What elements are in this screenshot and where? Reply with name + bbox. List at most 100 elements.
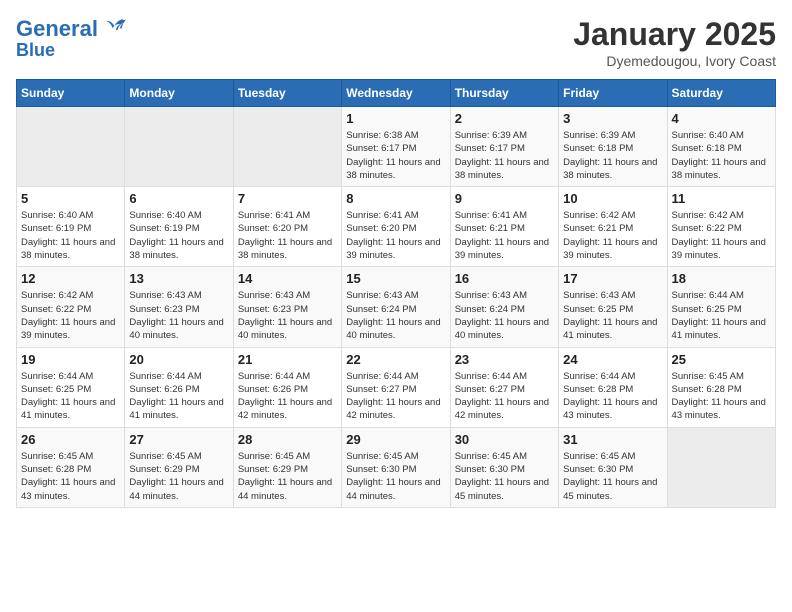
logo: General Blue: [16, 16, 126, 61]
weekday-header-friday: Friday: [559, 80, 667, 107]
day-number: 11: [672, 191, 771, 206]
day-number: 26: [21, 432, 120, 447]
calendar-week-4: 19 Sunrise: 6:44 AM Sunset: 6:25 PM Dayli…: [17, 347, 776, 427]
day-number: 15: [346, 271, 445, 286]
day-info: Sunrise: 6:44 AM Sunset: 6:25 PM Dayligh…: [672, 289, 771, 342]
day-number: 8: [346, 191, 445, 206]
day-number: 12: [21, 271, 120, 286]
calendar-cell: 4Sunrise: 6:40 AM Sunset: 6:18 PM Daylig…: [667, 107, 775, 187]
calendar-cell: 30 Sunrise: 6:45 AM Sunset: 6:30 PM Dayli…: [450, 427, 558, 507]
day-number: 27: [129, 432, 228, 447]
calendar-cell: 14 Sunrise: 6:43 AM Sunset: 6:23 PM Dayli…: [233, 267, 341, 347]
day-info: Sunrise: 6:42 AM Sunset: 6:21 PM Dayligh…: [563, 209, 662, 262]
day-number: 9: [455, 191, 554, 206]
day-number: 5: [21, 191, 120, 206]
calendar-cell: 13 Sunrise: 6:43 AM Sunset: 6:23 PM Dayli…: [125, 267, 233, 347]
weekday-header-row: SundayMondayTuesdayWednesdayThursdayFrid…: [17, 80, 776, 107]
day-info: Sunrise: 6:39 AM Sunset: 6:18 PM Dayligh…: [563, 129, 662, 182]
day-info: Sunrise: 6:42 AM Sunset: 6:22 PM Dayligh…: [21, 289, 120, 342]
calendar-cell: 11 Sunrise: 6:42 AM Sunset: 6:22 PM Dayli…: [667, 187, 775, 267]
calendar-cell: 28 Sunrise: 6:45 AM Sunset: 6:29 PM Dayli…: [233, 427, 341, 507]
day-info: Sunrise: 6:39 AM Sunset: 6:17 PM Dayligh…: [455, 129, 554, 182]
calendar-cell: 3 Sunrise: 6:39 AM Sunset: 6:18 PM Daylig…: [559, 107, 667, 187]
day-number: 16: [455, 271, 554, 286]
day-info: Sunrise: 6:43 AM Sunset: 6:23 PM Dayligh…: [129, 289, 228, 342]
calendar-cell: 5 Sunrise: 6:40 AM Sunset: 6:19 PM Daylig…: [17, 187, 125, 267]
day-number: 29: [346, 432, 445, 447]
day-info: Sunrise: 6:41 AM Sunset: 6:20 PM Dayligh…: [346, 209, 445, 262]
calendar-cell: 1Sunrise: 6:38 AM Sunset: 6:17 PM Daylig…: [342, 107, 450, 187]
calendar-cell: 15 Sunrise: 6:43 AM Sunset: 6:24 PM Dayli…: [342, 267, 450, 347]
calendar-week-2: 5 Sunrise: 6:40 AM Sunset: 6:19 PM Daylig…: [17, 187, 776, 267]
day-number: 23: [455, 352, 554, 367]
day-number: 17: [563, 271, 662, 286]
day-info: Sunrise: 6:45 AM Sunset: 6:29 PM Dayligh…: [238, 450, 337, 503]
calendar-cell: 18 Sunrise: 6:44 AM Sunset: 6:25 PM Dayli…: [667, 267, 775, 347]
calendar-cell: 9 Sunrise: 6:41 AM Sunset: 6:21 PM Daylig…: [450, 187, 558, 267]
day-info: Sunrise: 6:44 AM Sunset: 6:25 PM Dayligh…: [21, 370, 120, 423]
calendar-week-1: 1Sunrise: 6:38 AM Sunset: 6:17 PM Daylig…: [17, 107, 776, 187]
calendar-cell: 26 Sunrise: 6:45 AM Sunset: 6:28 PM Dayli…: [17, 427, 125, 507]
calendar-cell: 24 Sunrise: 6:44 AM Sunset: 6:28 PM Dayli…: [559, 347, 667, 427]
calendar-week-3: 12 Sunrise: 6:42 AM Sunset: 6:22 PM Dayli…: [17, 267, 776, 347]
calendar-cell: 31 Sunrise: 6:45 AM Sunset: 6:30 PM Dayli…: [559, 427, 667, 507]
day-number: 31: [563, 432, 662, 447]
day-number: 3: [563, 111, 662, 126]
calendar-cell: 29 Sunrise: 6:45 AM Sunset: 6:30 PM Dayli…: [342, 427, 450, 507]
day-number: 28: [238, 432, 337, 447]
day-number: 10: [563, 191, 662, 206]
calendar-cell: 22Sunrise: 6:44 AM Sunset: 6:27 PM Dayli…: [342, 347, 450, 427]
title-block: January 2025 Dyemedougou, Ivory Coast: [573, 16, 776, 69]
calendar-cell: 27 Sunrise: 6:45 AM Sunset: 6:29 PM Dayli…: [125, 427, 233, 507]
day-info: Sunrise: 6:45 AM Sunset: 6:30 PM Dayligh…: [346, 450, 445, 503]
weekday-header-tuesday: Tuesday: [233, 80, 341, 107]
calendar-cell: 16 Sunrise: 6:43 AM Sunset: 6:24 PM Dayli…: [450, 267, 558, 347]
day-number: 13: [129, 271, 228, 286]
day-info: Sunrise: 6:44 AM Sunset: 6:26 PM Dayligh…: [238, 370, 337, 423]
day-info: Sunrise: 6:44 AM Sunset: 6:28 PM Dayligh…: [563, 370, 662, 423]
day-info: Sunrise: 6:45 AM Sunset: 6:30 PM Dayligh…: [455, 450, 554, 503]
calendar-cell: 8 Sunrise: 6:41 AM Sunset: 6:20 PM Daylig…: [342, 187, 450, 267]
day-info: Sunrise: 6:43 AM Sunset: 6:24 PM Dayligh…: [455, 289, 554, 342]
calendar-body: 1Sunrise: 6:38 AM Sunset: 6:17 PM Daylig…: [17, 107, 776, 508]
day-info: Sunrise: 6:40 AM Sunset: 6:19 PM Dayligh…: [21, 209, 120, 262]
day-info: Sunrise: 6:41 AM Sunset: 6:20 PM Dayligh…: [238, 209, 337, 262]
calendar-cell: [667, 427, 775, 507]
day-info: Sunrise: 6:45 AM Sunset: 6:30 PM Dayligh…: [563, 450, 662, 503]
day-number: 22: [346, 352, 445, 367]
day-info: Sunrise: 6:43 AM Sunset: 6:23 PM Dayligh…: [238, 289, 337, 342]
day-info: Sunrise: 6:40 AM Sunset: 6:19 PM Dayligh…: [129, 209, 228, 262]
calendar-cell: 6 Sunrise: 6:40 AM Sunset: 6:19 PM Daylig…: [125, 187, 233, 267]
day-number: 4: [672, 111, 771, 126]
calendar-cell: 12 Sunrise: 6:42 AM Sunset: 6:22 PM Dayli…: [17, 267, 125, 347]
calendar-week-5: 26 Sunrise: 6:45 AM Sunset: 6:28 PM Dayli…: [17, 427, 776, 507]
day-number: 24: [563, 352, 662, 367]
page-header: General Blue January 2025 Dyemedougou, I…: [16, 16, 776, 69]
calendar-cell: 25Sunrise: 6:45 AM Sunset: 6:28 PM Dayli…: [667, 347, 775, 427]
day-number: 19: [21, 352, 120, 367]
day-info: Sunrise: 6:45 AM Sunset: 6:28 PM Dayligh…: [21, 450, 120, 503]
day-info: Sunrise: 6:43 AM Sunset: 6:24 PM Dayligh…: [346, 289, 445, 342]
day-number: 2: [455, 111, 554, 126]
day-info: Sunrise: 6:42 AM Sunset: 6:22 PM Dayligh…: [672, 209, 771, 262]
day-number: 14: [238, 271, 337, 286]
day-number: 20: [129, 352, 228, 367]
day-number: 6: [129, 191, 228, 206]
calendar-table: SundayMondayTuesdayWednesdayThursdayFrid…: [16, 79, 776, 508]
calendar-cell: 23 Sunrise: 6:44 AM Sunset: 6:27 PM Dayli…: [450, 347, 558, 427]
day-info: Sunrise: 6:45 AM Sunset: 6:29 PM Dayligh…: [129, 450, 228, 503]
weekday-header-thursday: Thursday: [450, 80, 558, 107]
day-info: Sunrise: 6:44 AM Sunset: 6:27 PM Dayligh…: [455, 370, 554, 423]
day-number: 18: [672, 271, 771, 286]
calendar-cell: [233, 107, 341, 187]
month-title: January 2025: [573, 16, 776, 53]
weekday-header-sunday: Sunday: [17, 80, 125, 107]
day-number: 1: [346, 111, 445, 126]
day-number: 25: [672, 352, 771, 367]
logo-blue: Blue: [16, 40, 55, 60]
calendar-cell: 7Sunrise: 6:41 AM Sunset: 6:20 PM Daylig…: [233, 187, 341, 267]
calendar-cell: [125, 107, 233, 187]
day-info: Sunrise: 6:41 AM Sunset: 6:21 PM Dayligh…: [455, 209, 554, 262]
day-number: 30: [455, 432, 554, 447]
logo-bird-icon: [106, 16, 126, 36]
